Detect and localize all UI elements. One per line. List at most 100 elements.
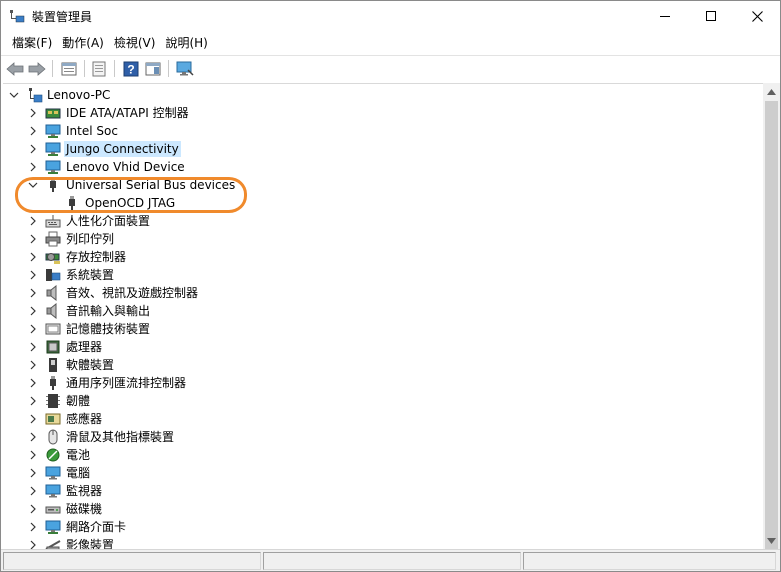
disk-drive-icon — [45, 501, 61, 517]
tree-item-print-queue[interactable]: 列印佇列 — [3, 230, 763, 248]
processor-icon — [45, 339, 61, 355]
tree-item-usb-controllers[interactable]: 通用序列匯流排控制器 — [3, 374, 763, 392]
tree-item-monitors[interactable]: 監視器 — [3, 482, 763, 500]
chevron-right-icon[interactable] — [28, 540, 38, 549]
close-button[interactable] — [734, 1, 780, 31]
tree-item-lenovo-vhid[interactable]: Lenovo Vhid Device — [3, 158, 763, 176]
tree-item-disk-drives[interactable]: 磁碟機 — [3, 500, 763, 518]
tree-item-system-devices[interactable]: 系統裝置 — [3, 266, 763, 284]
printer-icon — [45, 231, 61, 247]
device-tree[interactable]: Lenovo-PC IDE ATA/ATAPI 控制器 Intel Soc Ju… — [3, 83, 763, 549]
chevron-down-icon[interactable] — [28, 180, 38, 190]
device-manager-window: 裝置管理員 檔案(F) 動作(A) 檢視(V) 說明(H) ? Lenovo-P… — [0, 0, 781, 572]
tree-item-jungo[interactable]: Jungo Connectivity — [3, 140, 763, 158]
chevron-right-icon[interactable] — [28, 162, 38, 172]
menu-help[interactable]: 說明(H) — [160, 32, 212, 54]
chevron-right-icon[interactable] — [28, 108, 38, 118]
tree-item-storage-controllers[interactable]: 存放控制器 — [3, 248, 763, 266]
scroll-down-arrow-icon — [767, 537, 776, 544]
tree-item-processors[interactable]: 處理器 — [3, 338, 763, 356]
tree-item-software-devices[interactable]: 軟體裝置 — [3, 356, 763, 374]
back-button[interactable] — [5, 59, 25, 79]
vertical-scrollbar[interactable] — [763, 83, 780, 554]
scroll-down-button[interactable] — [763, 532, 780, 549]
maximize-button[interactable] — [688, 1, 734, 31]
menu-file[interactable]: 檔案(F) — [7, 32, 57, 54]
tree-item-sensors[interactable]: 感應器 — [3, 410, 763, 428]
chevron-right-icon[interactable] — [28, 486, 38, 496]
properties-view-button[interactable] — [59, 59, 79, 79]
minimize-button[interactable] — [642, 1, 688, 31]
tree-item-computer[interactable]: 電腦 — [3, 464, 763, 482]
help-icon: ? — [123, 61, 139, 77]
chevron-right-icon[interactable] — [28, 396, 38, 406]
tree-item-memory-tech[interactable]: 記憶體技術裝置 — [3, 320, 763, 338]
tree-item-imaging-devices[interactable]: 影像裝置 — [3, 536, 763, 549]
tree-item-audio-io[interactable]: 音訊輸入與輸出 — [3, 302, 763, 320]
tree-root-label: Lenovo-PC — [47, 88, 111, 102]
menu-action[interactable]: 動作(A) — [57, 32, 109, 54]
computer-tree-icon — [27, 87, 43, 103]
tree-item-sound-video-game[interactable]: 音效、視訊及遊戲控制器 — [3, 284, 763, 302]
chevron-right-icon[interactable] — [28, 504, 38, 514]
chevron-right-icon[interactable] — [28, 432, 38, 442]
menu-view[interactable]: 檢視(V) — [109, 32, 161, 54]
system-device-icon — [45, 267, 61, 283]
tree-item-firmware[interactable]: 韌體 — [3, 392, 763, 410]
toolbar-separator — [114, 60, 115, 77]
tree-item-network-adapters[interactable]: 網路介面卡 — [3, 518, 763, 536]
scroll-up-button[interactable] — [763, 83, 780, 100]
show-hide-button[interactable] — [89, 59, 109, 79]
help-button[interactable]: ? — [121, 59, 141, 79]
battery-icon — [45, 447, 61, 463]
chevron-right-icon[interactable] — [28, 144, 38, 154]
tree-item-label: 記憶體技術裝置 — [66, 322, 151, 336]
chevron-right-icon[interactable] — [28, 270, 38, 280]
chevron-down-icon[interactable] — [9, 90, 19, 100]
chevron-right-icon[interactable] — [28, 378, 38, 388]
chevron-right-icon[interactable] — [28, 126, 38, 136]
chevron-right-icon[interactable] — [28, 252, 38, 262]
status-cell-1 — [3, 552, 261, 570]
chevron-right-icon[interactable] — [28, 522, 38, 532]
tree-item-batteries[interactable]: 電池 — [3, 446, 763, 464]
chevron-right-icon[interactable] — [28, 414, 38, 424]
scroll-thumb[interactable] — [765, 101, 778, 554]
tree-item-label: Jungo Connectivity — [64, 141, 181, 157]
menu-bar: 檔案(F) 動作(A) 檢視(V) 說明(H) — [1, 32, 780, 54]
memory-device-icon — [45, 321, 61, 337]
firmware-icon — [45, 393, 61, 409]
title-bar[interactable]: 裝置管理員 — [1, 1, 780, 31]
chevron-right-icon[interactable] — [28, 450, 38, 460]
usb-plug-icon — [45, 177, 61, 193]
chevron-right-icon[interactable] — [28, 324, 38, 334]
status-cell-2 — [263, 552, 521, 570]
scan-hardware-button[interactable] — [175, 59, 195, 79]
forward-button[interactable] — [27, 59, 47, 79]
chevron-right-icon[interactable] — [28, 342, 38, 352]
window-title: 裝置管理員 — [32, 10, 93, 24]
tree-item-label: 音訊輸入與輸出 — [66, 304, 151, 318]
hid-icon — [45, 213, 61, 229]
tree-item-mice[interactable]: 滑鼠及其他指標裝置 — [3, 428, 763, 446]
toolbar-separator — [52, 60, 53, 77]
tree-item-usb-devices[interactable]: Universal Serial Bus devices — [3, 176, 763, 194]
chevron-right-icon[interactable] — [28, 288, 38, 298]
chevron-right-icon[interactable] — [28, 306, 38, 316]
chevron-right-icon[interactable] — [28, 234, 38, 244]
speaker-icon — [45, 284, 61, 302]
chevron-right-icon[interactable] — [28, 216, 38, 226]
tree-item-hid[interactable]: 人性化介面裝置 — [3, 212, 763, 230]
monitor-network-icon — [45, 123, 61, 139]
chevron-right-icon[interactable] — [28, 360, 38, 370]
tree-item-ide[interactable]: IDE ATA/ATAPI 控制器 — [3, 104, 763, 122]
ide-controller-icon — [45, 105, 61, 121]
tree-item-label: 監視器 — [66, 484, 103, 498]
storage-controller-icon — [45, 249, 61, 265]
tree-item-openocd-jtag[interactable]: OpenOCD JTAG — [3, 194, 763, 212]
chevron-right-icon[interactable] — [28, 468, 38, 478]
usb-plug-icon — [64, 195, 80, 211]
action-pane-button[interactable] — [143, 59, 163, 79]
tree-item-intel-soc[interactable]: Intel Soc — [3, 122, 763, 140]
tree-root-row[interactable]: Lenovo-PC — [3, 86, 763, 104]
